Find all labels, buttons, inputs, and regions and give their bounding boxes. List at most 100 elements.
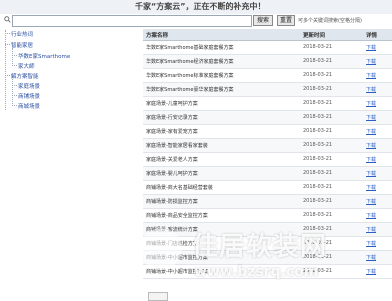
solution-name: 家庭场景-婴儿呵护方案	[146, 171, 198, 177]
tree-connector	[12, 55, 17, 56]
search-button[interactable]: 搜索	[253, 15, 273, 26]
solution-name: 家庭场景-行安记录方案	[146, 115, 198, 121]
banner-title: 千家“方案云”，正在不断的补充中！	[135, 2, 266, 11]
table-row: 华数E家Smarthome豪华家庭套餐方案 2018-03-21 下载	[143, 83, 392, 97]
table-header: 方案名称 更新时间 详情	[143, 29, 392, 41]
table-row: 家庭场景-智能家居看家套装 2018-03-21 下载	[143, 139, 392, 153]
table-row: 商铺场景-中小超市监控方案 2018-03-21 下载	[143, 251, 392, 265]
update-date: 2018-03-21	[303, 184, 333, 190]
tree-item-jiadashi[interactable]: 家大師	[18, 62, 35, 70]
tree-connector	[12, 105, 17, 106]
table-row: 华数E家Smarthome经济家庭套餐方案 2018-03-21 下载	[143, 55, 392, 69]
download-link[interactable]: 下载	[366, 142, 376, 149]
header-name: 方案名称	[146, 33, 169, 39]
tree-item-smart-home[interactable]: 智能家居	[11, 41, 33, 49]
tree-item-home-scene[interactable]: 家庭场景	[18, 82, 40, 90]
update-date: 2018-03-21	[303, 198, 333, 204]
solution-name: 华数E家Smarthome经济家庭套餐方案	[146, 59, 234, 65]
download-link[interactable]: 下载	[366, 170, 376, 177]
download-link[interactable]: 下载	[366, 212, 376, 219]
download-link[interactable]: 下载	[366, 184, 376, 191]
tree-connector	[12, 65, 17, 66]
tree-connector	[5, 75, 10, 76]
search-icon	[4, 16, 11, 23]
solution-name: 商铺场景-商品安全监控方案	[146, 213, 208, 219]
download-link[interactable]: 下载	[366, 254, 376, 261]
solution-name: 家庭场景-关爱老人方案	[146, 157, 198, 163]
solution-name: 家庭场景-智能家居看家套装	[146, 143, 208, 149]
tree-connector	[5, 33, 10, 34]
table-row: 华数E家Smarthome基础家庭套餐方案 2018-03-21 下载	[143, 41, 392, 55]
update-date: 2018-03-21	[303, 58, 333, 64]
table-row: 商铺场景-客流统计方案 2018-03-21 下载	[143, 223, 392, 237]
search-hint: 可多个关键词搜索(空格分隔)	[298, 18, 362, 24]
solution-name: 华数E家Smarthome标准家庭套餐方案	[146, 73, 234, 79]
download-link[interactable]: 下载	[366, 100, 376, 107]
solution-name: 华数E家Smarthome基础家庭套餐方案	[146, 45, 234, 51]
update-date: 2018-03-21	[303, 86, 333, 92]
download-link[interactable]: 下载	[366, 114, 376, 121]
table-row: 商铺场景-商大名基础经营套装 2018-03-21 下载	[143, 181, 392, 195]
update-date: 2018-03-21	[303, 100, 333, 106]
download-link[interactable]: 下载	[366, 226, 376, 233]
search-input[interactable]	[12, 15, 252, 27]
update-date: 2018-03-21	[303, 128, 333, 134]
download-link[interactable]: 下载	[366, 44, 376, 51]
category-tree: 行业热词 智能家居 华数E家Smarthome 家大師 解方案智能 家庭场景 商…	[0, 28, 138, 300]
download-link[interactable]: 下载	[366, 128, 376, 135]
update-date: 2018-03-21	[303, 44, 333, 50]
update-date: 2018-03-21	[303, 240, 333, 246]
solution-name: 商铺场景-中小超市监控方案	[146, 269, 208, 275]
table-row: 家庭场景-儿童呵护方案 2018-03-21 下载	[143, 97, 392, 111]
download-link[interactable]: 下载	[366, 156, 376, 163]
tree-item-hot-words[interactable]: 行业热词	[11, 30, 33, 38]
update-date: 2018-03-21	[303, 72, 333, 78]
solution-name: 家庭场景-儿童呵护方案	[146, 101, 198, 107]
download-link[interactable]: 下载	[366, 72, 376, 79]
update-date: 2018-03-21	[303, 254, 333, 260]
solution-name: 家庭场景-家有爱宠方案	[146, 129, 198, 135]
tree-connector	[12, 48, 13, 66]
tree-connector	[5, 30, 6, 110]
tree-connector	[12, 85, 17, 86]
tree-connector	[12, 95, 17, 96]
download-link[interactable]: 下载	[366, 198, 376, 205]
header-link: 详情	[366, 33, 378, 39]
solution-name: 商铺场景-防损监控方案	[146, 199, 198, 205]
solution-name: 商铺场景-门店巡检方案	[146, 241, 198, 247]
update-date: 2018-03-21	[303, 142, 333, 148]
solution-name: 商铺场景-客流统计方案	[146, 227, 198, 233]
tree-item-shop-scene[interactable]: 商铺场景	[18, 92, 40, 100]
table-row: 家庭场景-关爱老人方案 2018-03-21 下载	[143, 153, 392, 167]
update-date: 2018-03-21	[303, 114, 333, 120]
table-row: 商铺场景-中小超市监控方案 2018-03-21 下载	[143, 265, 392, 279]
tree-connector	[12, 76, 13, 106]
download-link[interactable]: 下载	[366, 58, 376, 65]
solution-name: 商铺场景-中小超市监控方案	[146, 255, 208, 261]
update-date: 2018-03-21	[303, 156, 333, 162]
update-date: 2018-03-21	[303, 226, 333, 232]
search-bar: 搜索 重置 可多个关键词搜索(空格分隔)	[4, 15, 392, 27]
table-row: 商铺场景-商品安全监控方案 2018-03-21 下载	[143, 209, 392, 223]
update-date: 2018-03-21	[303, 268, 333, 274]
table-row: 家庭场景-婴儿呵护方案 2018-03-21 下载	[143, 167, 392, 181]
table-row: 华数E家Smarthome标准家庭套餐方案 2018-03-21 下载	[143, 69, 392, 83]
table-row: 商铺场景-门店巡检方案 2018-03-21 下载	[143, 237, 392, 251]
solution-name: 商铺场景-商大名基础经营套装	[146, 185, 213, 191]
top-banner: 千家“方案云”，正在不断的补充中！	[0, 0, 392, 14]
table-row: 家庭场景-家有爱宠方案 2018-03-21 下载	[143, 125, 392, 139]
tree-item-mall-scene[interactable]: 商城场景	[18, 102, 40, 110]
table-row: 商铺场景-防损监控方案 2018-03-21 下载	[143, 195, 392, 209]
solution-name: 华数E家Smarthome豪华家庭套餐方案	[146, 87, 234, 93]
tree-item-huashu[interactable]: 华数E家Smarthome	[18, 52, 70, 60]
reset-button[interactable]: 重置	[277, 15, 295, 26]
download-link[interactable]: 下载	[366, 86, 376, 93]
tree-connector	[5, 44, 10, 45]
download-link[interactable]: 下载	[366, 240, 376, 247]
tree-item-solutions[interactable]: 解方案智能	[11, 72, 39, 80]
table-row: 家庭场景-行安记录方案 2018-03-21 下载	[143, 111, 392, 125]
update-date: 2018-03-21	[303, 212, 333, 218]
download-link[interactable]: 下载	[366, 268, 376, 275]
update-date: 2018-03-21	[303, 170, 333, 176]
header-date: 更新时间	[303, 33, 326, 39]
